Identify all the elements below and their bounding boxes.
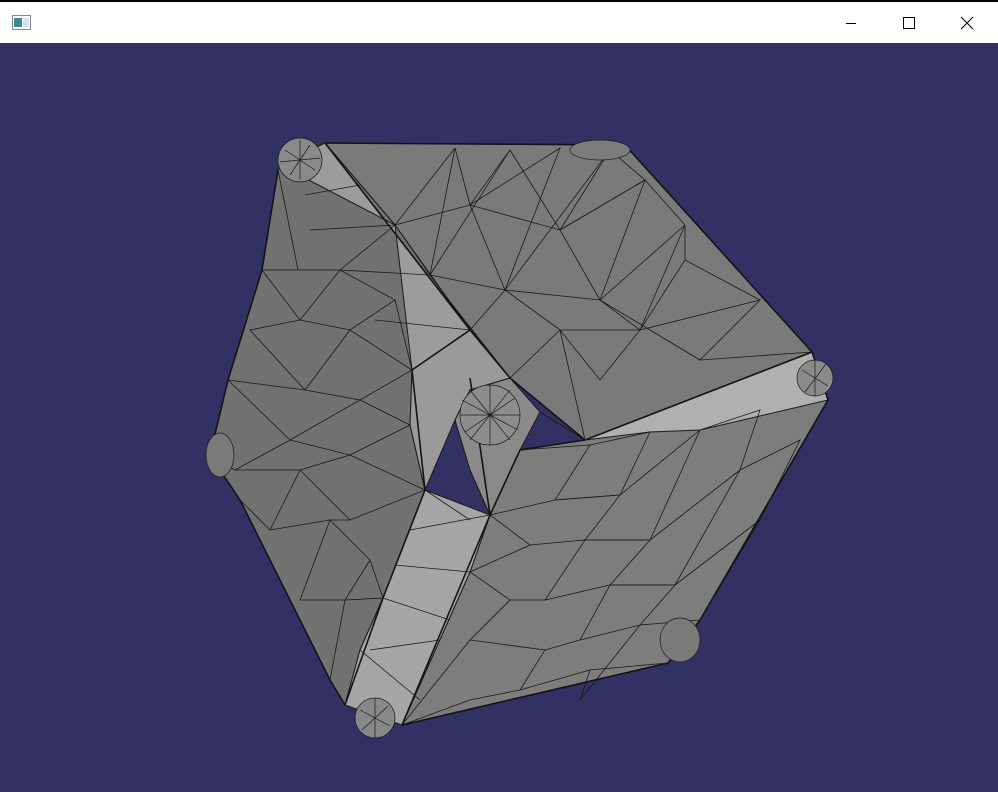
close-icon — [960, 16, 974, 29]
minimize-button[interactable] — [822, 2, 880, 43]
minimize-icon — [846, 22, 856, 24]
app-window — [0, 0, 998, 792]
3d-viewport[interactable] — [0, 43, 998, 792]
app-window-icon — [12, 15, 31, 30]
title-bar[interactable] — [0, 0, 998, 43]
mesh-model — [205, 137, 834, 739]
maximize-icon — [903, 16, 915, 29]
close-button[interactable] — [938, 2, 996, 43]
maximize-button[interactable] — [880, 2, 938, 43]
